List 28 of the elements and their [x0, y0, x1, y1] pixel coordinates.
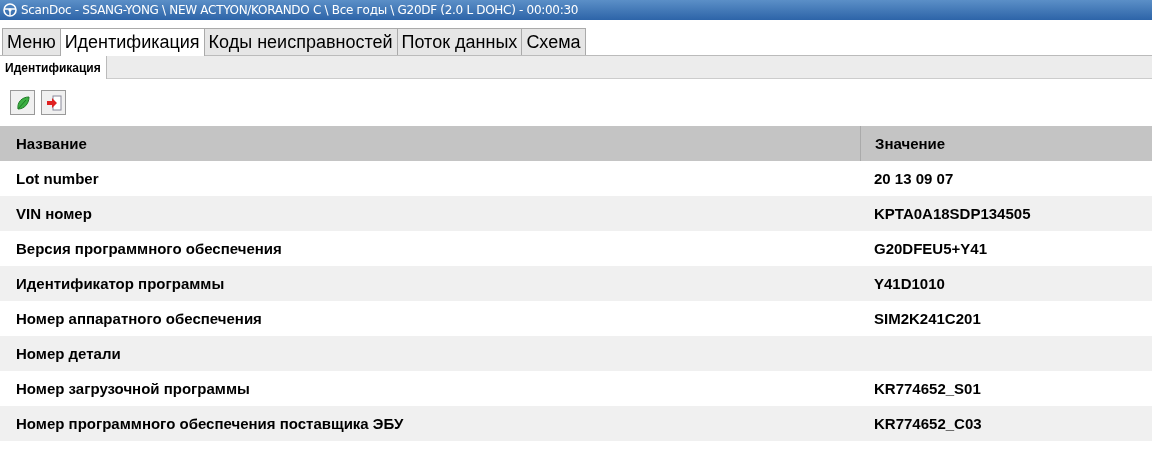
window-title: ScanDoc - SSANG-YONG \ NEW ACTYON/KORANDO C \ Все годы \ G20DF (2.0 L DOHC) - 00:00:30 — [21, 3, 579, 17]
tab[interactable]: Меню — [2, 28, 61, 55]
export-button[interactable] — [41, 90, 66, 115]
tab[interactable]: Схема — [521, 28, 586, 55]
leaf-button[interactable] — [10, 90, 35, 115]
table-cell-text: SIM2K241C201 — [873, 310, 982, 327]
table-cell-text: KR774652_S01 — [873, 380, 982, 397]
table-cell-text: KPTA0A18SDP134505 — [873, 205, 1032, 222]
column-header: Название — [15, 135, 88, 152]
table-cell-text: Lot number — [15, 170, 100, 187]
table-cell-text: KR774652_C03 — [873, 415, 983, 432]
table-cell-text: Идентификатор программы — [15, 275, 226, 292]
table-cell-text: Номер программного обеспечения поставщика ЭБУ — [15, 415, 405, 432]
table-cell-text: Номер загрузочной программы — [15, 380, 251, 397]
table-cell-text: Версия программного обеспечения — [15, 240, 283, 257]
tab[interactable]: Идентификация — [59, 28, 205, 56]
arrow-into-page-icon — [45, 94, 62, 111]
table-cell-text: Номер детали — [15, 345, 122, 362]
table-cell-text: G20DFEU5+Y41 — [873, 240, 988, 257]
table-cell-text: Номер аппаратного обеспечения — [15, 310, 263, 327]
tab[interactable]: Коды неисправностей — [203, 28, 398, 55]
table-cell-text: 20 13 09 07 — [873, 170, 955, 187]
leaf-icon — [14, 94, 31, 111]
steering-wheel-icon — [3, 3, 17, 17]
sub-tab[interactable]: Идентификация — [0, 56, 107, 79]
tab[interactable]: Поток данных — [396, 28, 523, 55]
table-cell-text: Y41D1010 — [873, 275, 946, 292]
table-cell-text: VIN номер — [15, 205, 93, 222]
